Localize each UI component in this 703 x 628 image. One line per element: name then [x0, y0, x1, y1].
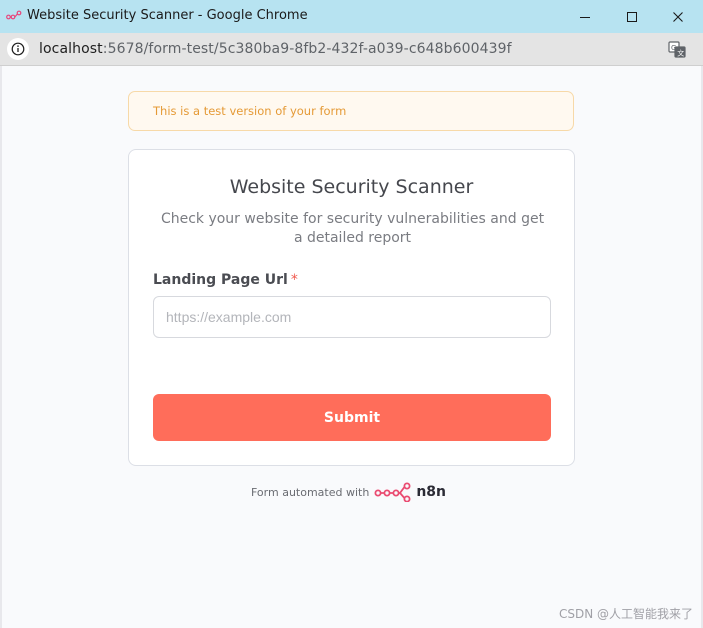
info-icon — [11, 42, 25, 56]
window-titlebar: Website Security Scanner - Google Chrome — [0, 0, 703, 33]
url-host: localhost — [39, 41, 103, 57]
close-icon — [673, 11, 683, 22]
window-title: Website Security Scanner - Google Chrome — [27, 8, 308, 23]
url-path: :5678/form-test/5c380ba9-8fb2-432f-a039-… — [102, 41, 512, 57]
minimize-icon — [580, 16, 590, 18]
required-marker: * — [290, 272, 298, 288]
n8n-logo-icon[interactable] — [374, 482, 412, 502]
submit-button[interactable]: Submit — [153, 394, 551, 441]
field-label-text: Landing Page Url — [153, 272, 288, 288]
url-text[interactable]: localhost:5678/form-test/5c380ba9-8fb2-4… — [39, 41, 512, 57]
n8n-brand-name[interactable]: n8n — [416, 484, 446, 500]
svg-text:文: 文 — [677, 49, 684, 58]
form-card: Website Security Scanner Check your webs… — [128, 149, 575, 466]
n8n-app-icon — [6, 10, 22, 20]
maximize-button[interactable] — [609, 0, 655, 33]
window-left-edge — [0, 66, 2, 628]
banner-text: This is a test version of your form — [153, 104, 347, 118]
site-info-button[interactable] — [7, 38, 29, 60]
csdn-watermark: CSDN @人工智能我来了 — [558, 607, 693, 621]
address-bar[interactable]: localhost:5678/form-test/5c380ba9-8fb2-4… — [0, 33, 703, 66]
translate-icon[interactable]: G 文 — [668, 41, 686, 58]
maximize-icon — [627, 11, 637, 22]
landing-page-url-label: Landing Page Url * — [153, 272, 298, 288]
landing-page-url-input[interactable] — [153, 296, 551, 338]
close-button[interactable] — [655, 0, 701, 33]
test-version-banner: This is a test version of your form — [128, 91, 574, 131]
svg-text:G: G — [671, 44, 676, 52]
form-description: Check your website for security vulnerab… — [160, 211, 545, 246]
form-title: Website Security Scanner — [229, 176, 474, 198]
minimize-button[interactable] — [562, 0, 608, 33]
footer: Form automated with n8n — [251, 481, 446, 503]
footer-text: Form automated with — [251, 485, 370, 499]
